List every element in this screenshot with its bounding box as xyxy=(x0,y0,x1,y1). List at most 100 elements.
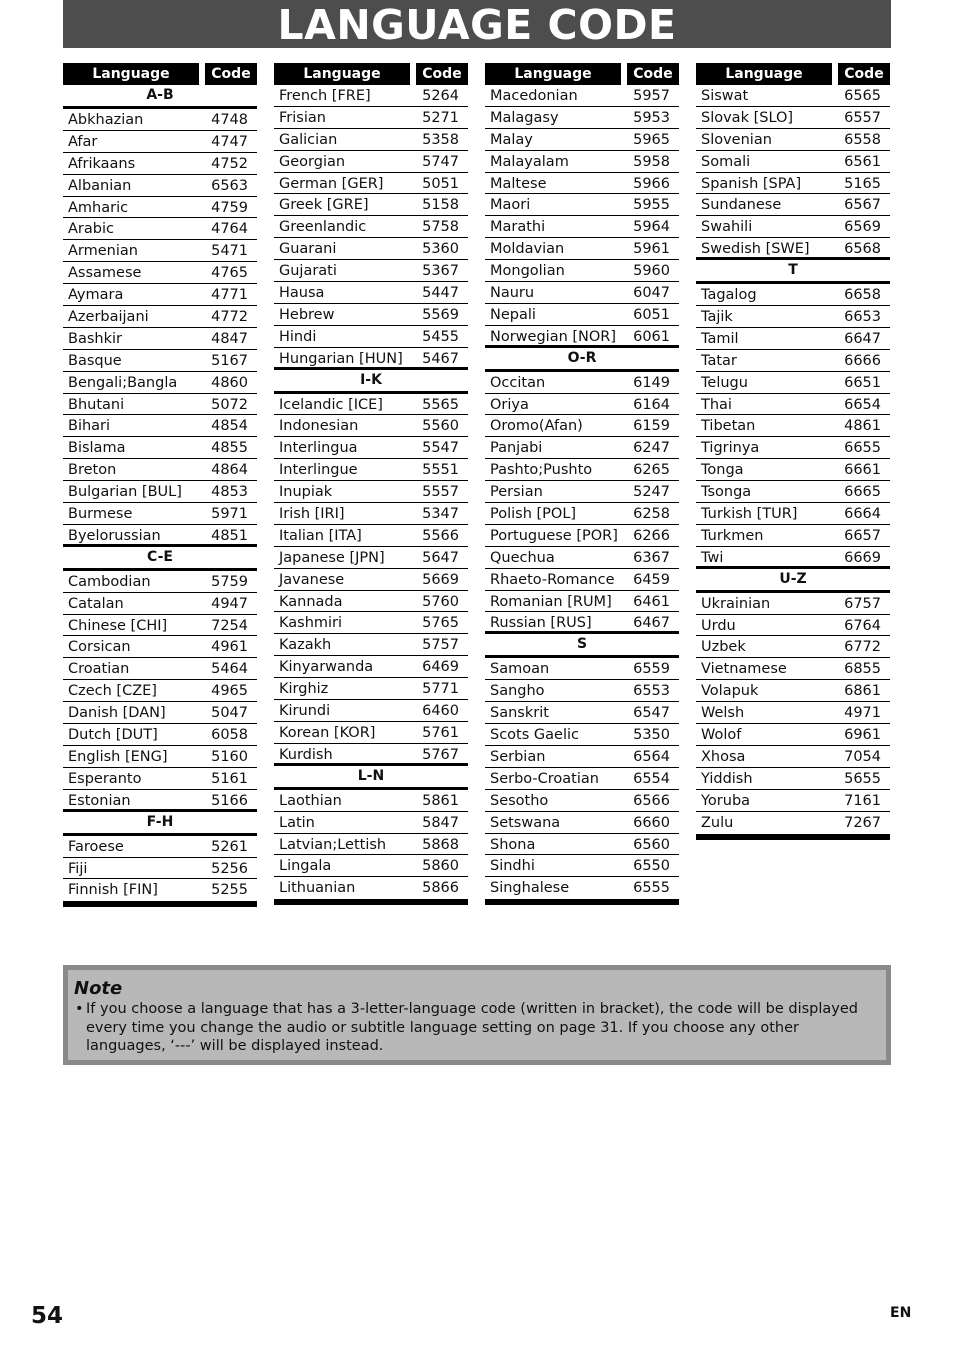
language-code: 6657 xyxy=(844,527,881,544)
language-code: 6665 xyxy=(844,484,881,501)
language-code: 6459 xyxy=(633,571,670,588)
language-code: 4947 xyxy=(211,595,248,612)
language-code: 6550 xyxy=(633,858,670,875)
language-code: 5953 xyxy=(633,109,670,126)
language-code: 6555 xyxy=(633,880,670,897)
language-name: German [GER] xyxy=(279,175,384,192)
table-row: Marathi 5964 xyxy=(485,216,679,239)
table-row: Serbo-Croatian 6554 xyxy=(485,768,679,790)
table-row: Swedish [SWE] 6568 xyxy=(696,238,890,261)
language-name: Hindi xyxy=(279,328,317,345)
table-row: Greenlandic 5758 xyxy=(274,216,468,239)
table-row: Latvian;Lettish 5868 xyxy=(274,834,468,856)
table-row: Slovenian 6558 xyxy=(696,129,890,151)
language-code: 5047 xyxy=(211,705,248,722)
language-name: Tonga xyxy=(701,462,744,479)
table-row: Korean [KOR] 5761 xyxy=(274,722,468,744)
table-row: Sindhi 6550 xyxy=(485,855,679,878)
table-row: Gujarati 5367 xyxy=(274,260,468,283)
table-row: Malagasy 5953 xyxy=(485,107,679,129)
table-row: Breton 4864 xyxy=(63,459,257,482)
language-name: Latin xyxy=(279,814,315,831)
language-code: 6660 xyxy=(633,814,670,831)
language-name: Nepali xyxy=(490,306,536,323)
language-name: Armenian xyxy=(68,243,138,260)
language-code: 5166 xyxy=(211,792,248,809)
language-name: Hebrew xyxy=(279,306,335,323)
table-row: Basque 5167 xyxy=(63,350,257,372)
table-row: Malay 5965 xyxy=(485,129,679,151)
language-code: 5759 xyxy=(211,573,248,590)
table-row: Siswat 6565 xyxy=(696,85,890,107)
table-header: Language Code xyxy=(696,63,890,85)
table-row: Italian [ITA] 5566 xyxy=(274,525,468,547)
language-code: 5455 xyxy=(422,328,459,345)
language-code: 6961 xyxy=(844,727,881,744)
language-name: Norwegian [NOR] xyxy=(490,328,617,345)
table-row: Shona 6560 xyxy=(485,834,679,856)
language-code: 5966 xyxy=(633,175,670,192)
table-row: Kurdish 5767 xyxy=(274,744,468,766)
language-name: Polish [POL] xyxy=(490,506,577,523)
language-name: Sindhi xyxy=(490,858,535,875)
language-name: Pashto;Pushto xyxy=(490,462,593,479)
table-row: Swahili 6569 xyxy=(696,216,890,239)
language-code: 4748 xyxy=(211,112,248,128)
language-name: Maori xyxy=(490,197,531,214)
table-row: Tamil 6647 xyxy=(696,328,890,350)
language-name: Latvian;Lettish xyxy=(279,836,387,853)
table-row: Sundanese 6567 xyxy=(696,194,890,217)
table-row: Scots Gaelic 5350 xyxy=(485,724,679,746)
language-code: 6653 xyxy=(844,309,881,326)
language-name: Quechua xyxy=(490,549,555,566)
language-name: Malagasy xyxy=(490,109,559,126)
table-row: Nepali 6051 xyxy=(485,304,679,326)
language-code: 5765 xyxy=(422,615,459,632)
language-name: Urdu xyxy=(701,617,736,634)
language-code: 5358 xyxy=(422,131,459,148)
table-row: Latin 5847 xyxy=(274,812,468,834)
table-row: Byelorussian 4851 xyxy=(63,525,257,547)
language-name: Swedish [SWE] xyxy=(701,241,810,258)
language-name: Mongolian xyxy=(490,263,565,280)
language-code: 5961 xyxy=(633,241,670,258)
language-name: Persian xyxy=(490,484,543,501)
language-code: 5471 xyxy=(211,243,248,260)
table-row: Croatian 5464 xyxy=(63,658,257,681)
language-name: Cambodian xyxy=(68,573,151,590)
language-code: 4771 xyxy=(211,287,248,304)
table-row: Dutch [DUT] 6058 xyxy=(63,724,257,746)
language-name: Spanish [SPA] xyxy=(701,175,802,192)
language-code: 4853 xyxy=(211,484,248,501)
language-name: Tigrinya xyxy=(701,440,760,457)
language-code: 6164 xyxy=(633,396,670,413)
language-code: 5271 xyxy=(422,109,459,126)
language-name: Thai xyxy=(701,396,732,413)
language-code: 6061 xyxy=(633,328,670,345)
language-name: Hungarian [HUN] xyxy=(279,350,403,367)
language-code: 4864 xyxy=(211,462,248,479)
language-code: 6367 xyxy=(633,549,670,566)
table-row: Albanian 6563 xyxy=(63,175,257,197)
language-code: 5551 xyxy=(422,462,459,479)
language-code: 5360 xyxy=(422,241,459,258)
language-table-3: Language Code Macedonian 5957 Malagasy 5953 Ma… xyxy=(485,63,679,906)
language-name: Lingala xyxy=(279,858,332,875)
language-name: Fiji xyxy=(68,860,88,877)
language-code: 6461 xyxy=(633,593,670,610)
language-name: Rhaeto-Romance xyxy=(490,571,615,588)
language-code: 4854 xyxy=(211,418,248,435)
language-name: Ukrainian xyxy=(701,595,771,612)
language-code: 6658 xyxy=(844,287,881,304)
language-name: Irish [IRI] xyxy=(279,506,345,523)
table-row: Malayalam 5958 xyxy=(485,151,679,173)
language-name: Hausa xyxy=(279,285,325,302)
language-name: English [ENG] xyxy=(68,748,168,765)
table-row: Abkhazian 4748 xyxy=(63,109,257,131)
table-row: Telugu 6651 xyxy=(696,372,890,394)
page-title: LANGUAGE CODE xyxy=(63,0,891,49)
language-name: Indonesian xyxy=(279,418,359,435)
language-code: 6647 xyxy=(844,330,881,347)
table-row: Bengali;Bangla 4860 xyxy=(63,372,257,394)
language-name: Abkhazian xyxy=(68,112,144,128)
